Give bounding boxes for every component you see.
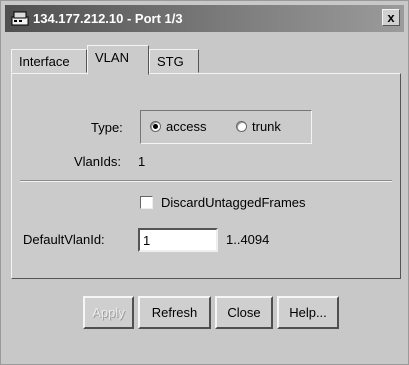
port-dialog-window: 134.177.212.10 - Port 1/3 x Interface VL… [0, 0, 409, 365]
apply-button[interactable]: Apply [83, 296, 134, 329]
type-radio-group: access trunk [140, 110, 312, 144]
tab-interface[interactable]: Interface [11, 49, 87, 73]
refresh-button[interactable]: Refresh [138, 296, 211, 329]
device-icon [11, 11, 29, 26]
close-button[interactable]: Close [215, 296, 273, 329]
vlan-tab-panel: Type: access trunk VlanIds: 1 DiscardUnt… [11, 73, 401, 279]
default-vlan-range: 1..4094 [226, 232, 270, 247]
vlanids-label: VlanIds: [74, 154, 121, 169]
type-label: Type: [91, 120, 123, 135]
default-vlan-input[interactable] [138, 228, 218, 252]
access-radio[interactable] [150, 121, 161, 132]
trunk-radio[interactable] [236, 121, 247, 132]
section-divider [20, 180, 392, 182]
discard-untagged-checkbox[interactable] [140, 196, 153, 209]
close-icon: x [387, 10, 395, 25]
discard-untagged-label[interactable]: DiscardUntaggedFrames [161, 195, 306, 210]
trunk-radio-label[interactable]: trunk [252, 119, 281, 134]
vlanids-value: 1 [138, 154, 146, 169]
help-button[interactable]: Help... [277, 296, 339, 329]
title-bar[interactable]: 134.177.212.10 - Port 1/3 x [5, 5, 404, 32]
default-vlan-label: DefaultVlanId: [23, 232, 105, 247]
close-window-button[interactable]: x [382, 9, 400, 26]
window-title: 134.177.212.10 - Port 1/3 [33, 11, 183, 26]
tab-stg[interactable]: STG [149, 49, 199, 73]
tab-vlan[interactable]: VLAN [87, 45, 149, 75]
access-radio-label[interactable]: access [166, 119, 206, 134]
